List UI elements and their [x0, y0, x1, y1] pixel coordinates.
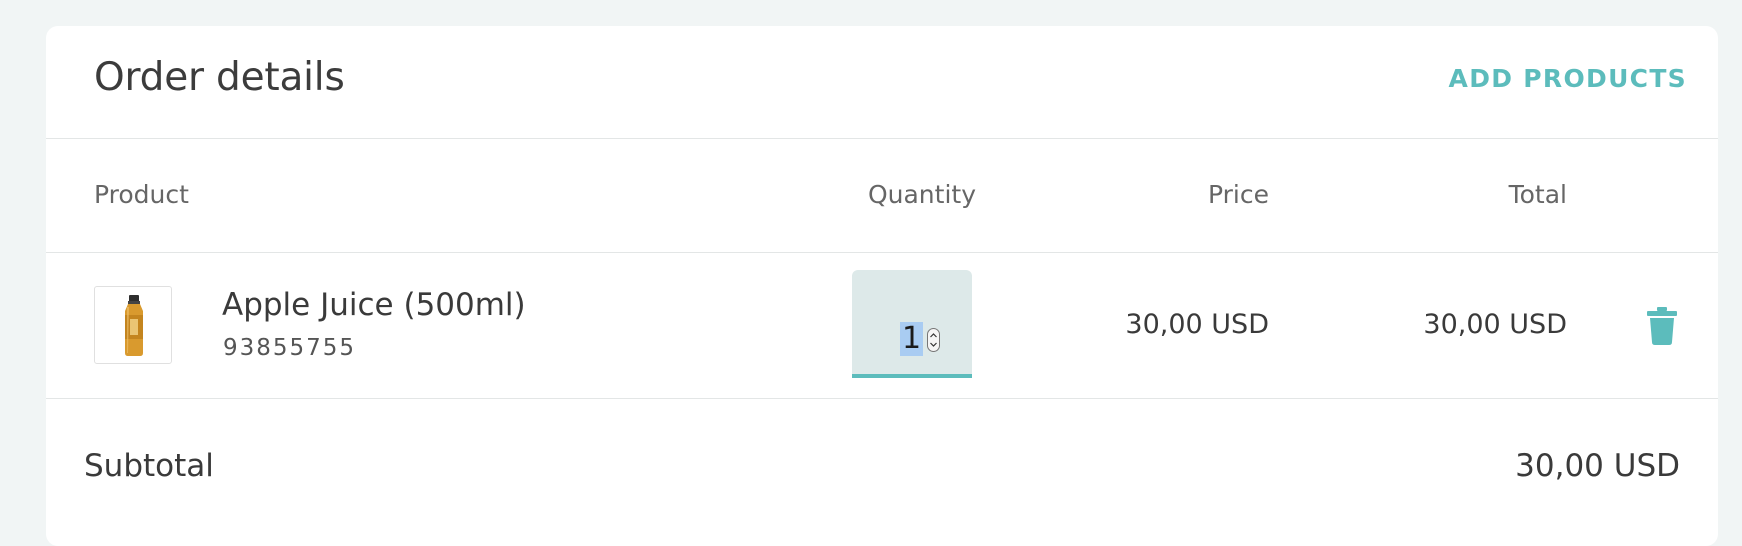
- table-row: Apple Juice (500ml) 93855755 1 30,00 USD…: [46, 253, 1718, 399]
- spinner-arrows-icon[interactable]: [927, 328, 940, 352]
- juice-bottle-icon: [125, 295, 143, 356]
- subtotal-label: Subtotal: [84, 448, 214, 484]
- item-price: 30,00 USD: [1125, 309, 1269, 340]
- column-header-price: Price: [1208, 180, 1269, 209]
- column-header-quantity: Quantity: [867, 180, 976, 209]
- item-total: 30,00 USD: [1423, 309, 1567, 340]
- quantity-input[interactable]: 1: [900, 322, 924, 356]
- column-header-product: Product: [94, 180, 189, 209]
- product-sku: 93855755: [223, 335, 357, 361]
- add-products-button[interactable]: ADD PRODUCTS: [1449, 64, 1687, 93]
- page-title: Order details: [94, 55, 345, 100]
- trash-icon[interactable]: [1647, 307, 1677, 349]
- quantity-stepper[interactable]: 1: [852, 270, 972, 378]
- order-details-card: Order details ADD PRODUCTS Product Quant…: [46, 26, 1718, 546]
- subtotal-value: 30,00 USD: [1515, 448, 1680, 484]
- table-header: Product Quantity Price Total: [46, 139, 1718, 253]
- card-header: Order details ADD PRODUCTS: [46, 26, 1718, 139]
- product-thumbnail[interactable]: [94, 286, 172, 364]
- product-name[interactable]: Apple Juice (500ml): [222, 287, 526, 323]
- column-header-total: Total: [1508, 180, 1567, 209]
